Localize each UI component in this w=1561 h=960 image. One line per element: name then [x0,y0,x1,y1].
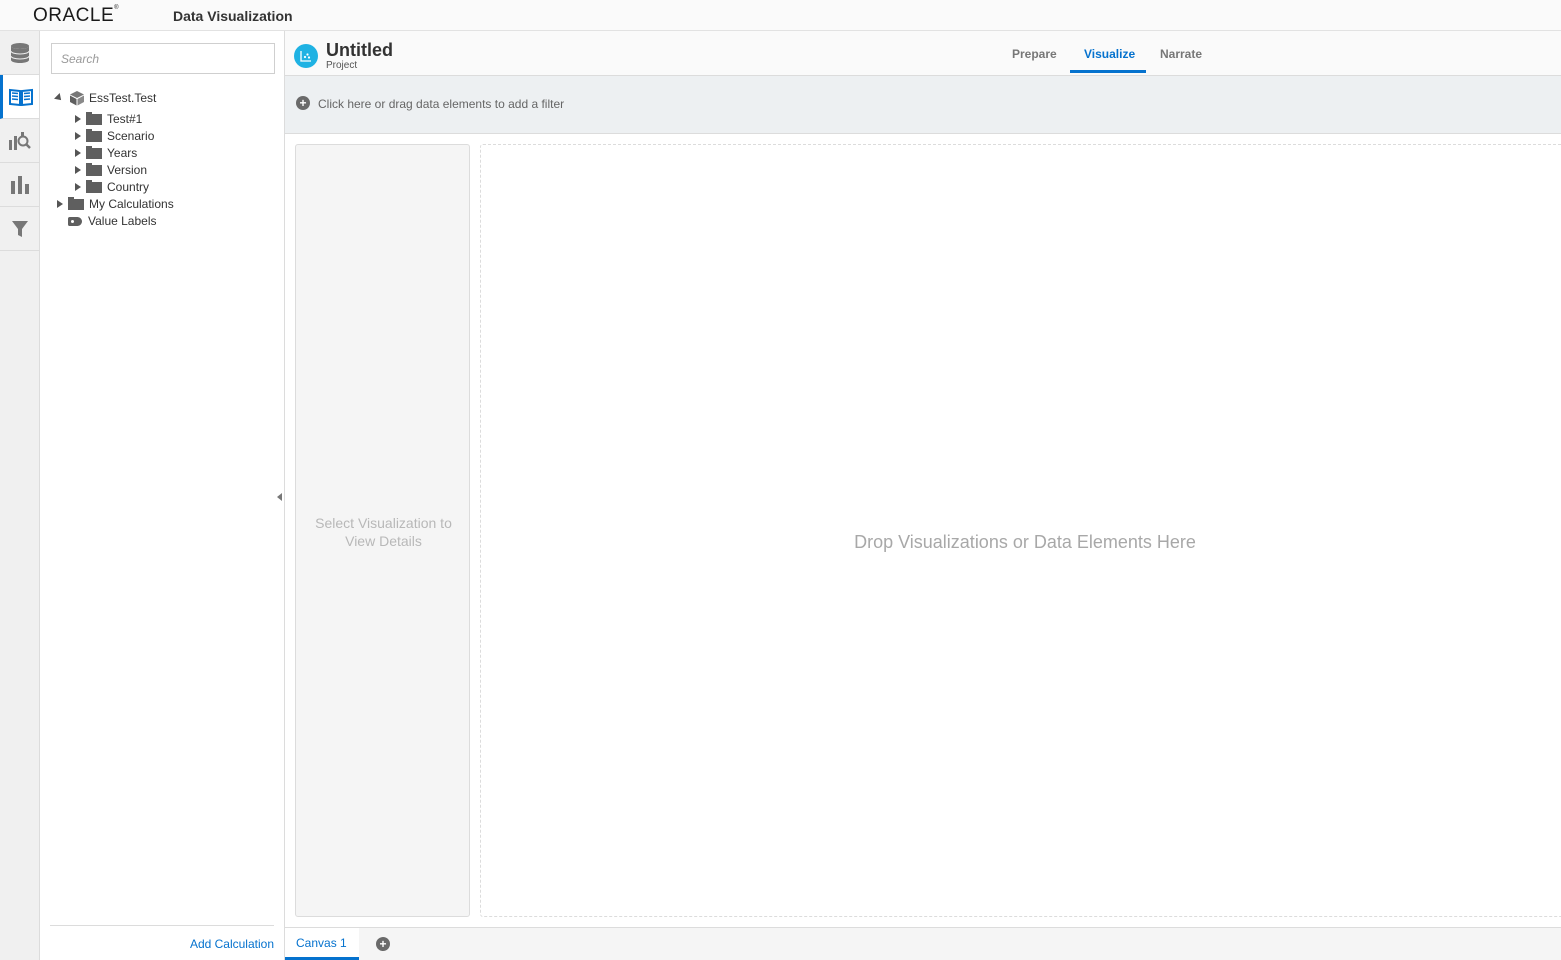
project-subtitle: Project [326,60,358,71]
top-header: ORACLE® Data Visualization [0,0,1561,31]
filter-bar[interactable]: + Click here or drag data elements to ad… [285,76,1561,134]
data-panel-footer: Add Calculation [50,925,274,960]
tree-item-test1[interactable]: Test#1 [75,111,142,127]
filters-button[interactable] [0,207,39,251]
tree-item-label: Version [107,163,148,177]
project-header: Untitled Project Prepare Visualize Narra… [285,31,1561,76]
cube-icon [70,91,84,106]
tree-item-label: Test#1 [107,112,143,126]
folder-icon [86,128,102,142]
collapse-panel-handle[interactable] [277,493,282,501]
tree-item-scenario[interactable]: Scenario [75,128,154,144]
filter-prompt[interactable]: Click here or drag data elements to add … [318,97,564,111]
expand-arrow-icon[interactable] [75,166,81,174]
expand-arrow-icon[interactable] [75,183,81,191]
expanded-arrow-icon[interactable] [54,93,64,103]
filter-icon [11,220,28,237]
project-title[interactable]: Untitled [326,40,393,61]
project-icon [294,44,318,68]
folder-icon [86,111,102,125]
data-sources-button[interactable] [0,31,39,75]
data-panel: EssTest.Test Test#1 Scenario Years Versi… [40,31,285,960]
canvas-tabs-bar: Canvas 1 + [285,927,1561,960]
tab-narrate[interactable]: Narrate [1160,47,1202,61]
tree-item-label: Years [107,146,138,160]
label-tag-icon [68,216,82,226]
tree-item-country[interactable]: Country [75,179,149,195]
add-canvas-icon[interactable]: + [376,937,390,951]
tree-root-label: EssTest.Test [89,91,157,105]
tree-item-label: Value Labels [88,214,157,228]
tab-visualize[interactable]: Visualize [1084,47,1135,61]
tree-item-label: My Calculations [89,197,174,211]
app-title: Data Visualization [173,8,293,24]
open-book-icon [9,88,33,106]
chart-search-icon [8,131,31,150]
expand-arrow-icon[interactable] [57,200,63,208]
analytics-button[interactable] [0,119,39,163]
database-icon [10,42,29,63]
add-filter-icon[interactable]: + [296,96,310,110]
details-placeholder: Select Visualization to View Details [315,515,452,549]
add-calculation-link[interactable]: Add Calculation [190,937,274,951]
tree-item-value-labels[interactable]: Value Labels [68,213,157,229]
visualization-drop-zone[interactable]: Drop Visualizations or Data Elements Her… [480,144,1561,917]
expand-arrow-icon[interactable] [75,115,81,123]
active-tab-indicator [1070,70,1146,73]
canvas-tab[interactable]: Canvas 1 [285,928,359,960]
logo-text: ORACLE [33,5,115,26]
canvas-tab-label: Canvas 1 [296,936,347,950]
visualization-details-pane: Select Visualization to View Details [295,144,470,917]
bar-chart-icon [10,175,29,194]
tree-item-label: Country [107,180,150,194]
data-elements-button[interactable] [0,75,39,119]
canvas-area: Select Visualization to View Details Dro… [285,134,1561,927]
tree-item-version[interactable]: Version [75,162,147,178]
search-input[interactable] [51,43,275,74]
expand-arrow-icon[interactable] [75,132,81,140]
tab-prepare[interactable]: Prepare [1012,47,1057,61]
folder-icon [68,196,84,210]
tree-item-my-calculations[interactable]: My Calculations [57,196,174,212]
scatter-chart-icon [300,51,311,62]
folder-icon [86,179,102,193]
tree-root-esstest[interactable]: EssTest.Test [54,90,157,106]
tree-item-label: Scenario [107,129,155,143]
visualizations-button[interactable] [0,163,39,207]
tree-item-years[interactable]: Years [75,145,137,161]
oracle-logo: ORACLE® [33,5,120,26]
drop-zone-text: Drop Visualizations or Data Elements Her… [854,532,1196,552]
folder-icon [86,145,102,159]
folder-icon [86,162,102,176]
expand-arrow-icon[interactable] [75,149,81,157]
icon-rail [0,31,40,960]
